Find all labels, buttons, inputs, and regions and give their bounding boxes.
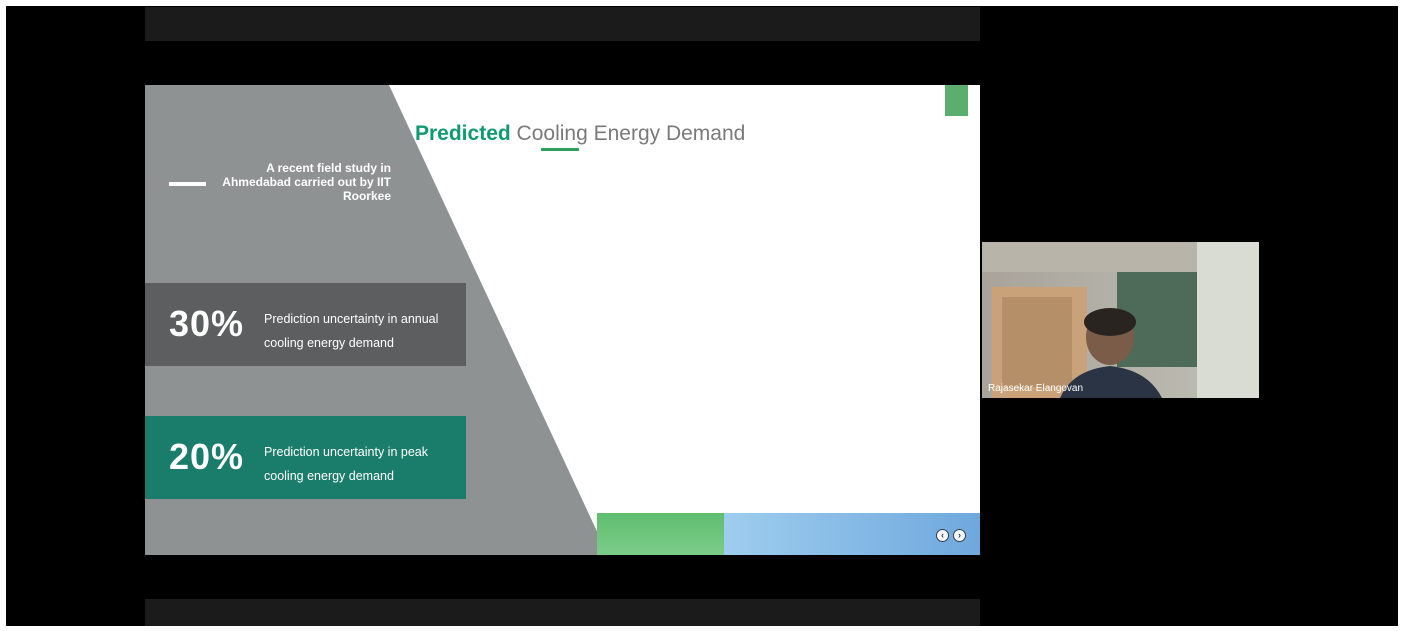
meeting-top-bar (145, 7, 980, 41)
stat-card-peak: 20% Prediction uncertainty in peak cooli… (145, 416, 466, 499)
study-text: A recent field study in Ahmedabad carrie… (222, 161, 391, 203)
stat-percent: 20% (169, 436, 245, 477)
stat-description: Prediction uncertainty in peak cooling e… (264, 445, 428, 483)
participant-video-feed (982, 242, 1259, 398)
title-underline (541, 148, 579, 151)
stat-description: Prediction uncertainty in annual cooling… (264, 312, 439, 350)
chevron-right-icon[interactable]: › (953, 529, 966, 542)
slide-title-bold: Predicted (415, 122, 511, 145)
meeting-bottom-bar (145, 599, 980, 626)
participant-video-tile[interactable]: Rajasekar Elangovan (982, 242, 1259, 398)
slide-footer-green (597, 513, 724, 555)
chevron-left-icon[interactable]: ‹ (936, 529, 949, 542)
slide-title: Predicted Cooling Energy Demand (415, 122, 745, 146)
slide-title-rest: Cooling Energy Demand (516, 122, 746, 145)
stat-percent: 30% (169, 303, 245, 344)
study-dash (169, 182, 206, 186)
stat-card-annual: 30% Prediction uncertainty in annual coo… (145, 283, 466, 366)
slide-accent-square (945, 85, 968, 116)
participant-name: Rajasekar Elangovan (988, 383, 1084, 394)
shared-slide: Predicted Cooling Energy Demand A recent… (145, 85, 980, 555)
